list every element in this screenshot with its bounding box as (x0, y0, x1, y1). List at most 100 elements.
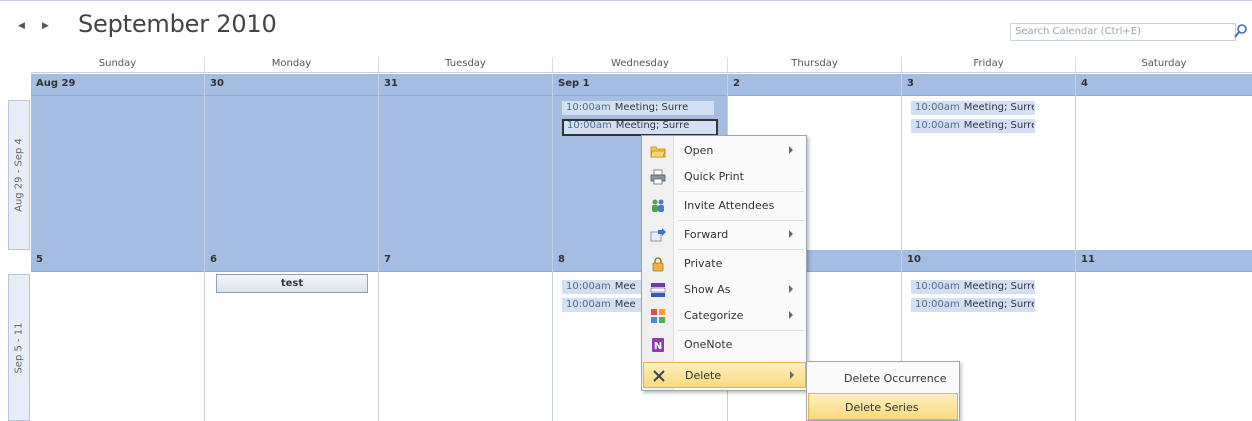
menu-item-label: Private (684, 257, 723, 270)
week-row: Sep 5 - 11 5 6 test 7 8 10:00am Mee 10:00… (0, 250, 1252, 421)
weekday-header-row: Sunday Monday Tuesday Wednesday Thursday… (31, 57, 1252, 73)
delete-submenu: Delete Occurrence Delete Series (806, 361, 960, 421)
menu-item-label: OneNote (684, 338, 733, 351)
appointment[interactable]: 10:00am Meeting; Surre (911, 101, 1035, 115)
search-calendar-input[interactable]: Search Calendar (Ctrl+E) (1010, 23, 1236, 41)
search-icon[interactable] (1234, 23, 1248, 39)
lock-icon (652, 257, 664, 272)
submenu-arrow-icon (789, 230, 793, 238)
menu-item-open[interactable]: Open (643, 138, 806, 164)
menu-item-private[interactable]: Private (643, 251, 806, 277)
appointment[interactable]: 10:00am Meeting; Surre (911, 280, 1035, 294)
menu-item-categorize[interactable]: Categorize (643, 303, 806, 329)
menu-separator (678, 191, 804, 192)
menu-item-label: Delete Occurrence (844, 372, 947, 385)
categorize-icon (651, 309, 665, 323)
day-number: 31 (384, 78, 398, 89)
menu-item-onenote[interactable]: N OneNote (643, 332, 806, 358)
day-number: Aug 29 (36, 78, 76, 89)
svg-text:N: N (654, 341, 662, 352)
day-header-bar: 10 (902, 250, 1075, 272)
week-label-column: Sep 5 - 11 (0, 250, 31, 421)
delete-x-icon (653, 370, 665, 382)
appointment-subject: Mee (614, 299, 636, 310)
appointment[interactable]: 10:00am Mee (562, 280, 644, 294)
appointment-subject: Mee (614, 281, 636, 292)
day-number: 8 (558, 254, 565, 265)
week-range-label: Sep 5 - 11 (13, 321, 25, 374)
appointment[interactable]: 10:00am Meeting; Surre (562, 101, 714, 115)
appointment-subject: Meeting; Surre (963, 281, 1035, 292)
selected-appointment[interactable]: 10:00am Meeting; Surre (562, 119, 718, 136)
menu-item-label: Invite Attendees (684, 199, 775, 212)
submenu-arrow-icon (789, 285, 793, 293)
day-cell[interactable]: 7 (379, 250, 553, 421)
week-row: Aug 29 - Sep 4 Aug 29 30 31 Sep 1 10:00a… (0, 74, 1252, 250)
appointment-time: 10:00am (915, 102, 960, 113)
weekday-header: Friday (902, 57, 1076, 72)
menu-item-label: Categorize (684, 309, 744, 322)
week-tab[interactable]: Sep 5 - 11 (8, 274, 30, 421)
appointment-time: 10:00am (915, 299, 960, 310)
appointment[interactable]: 10:00am Mee (562, 298, 644, 312)
day-header-bar: 30 (205, 74, 378, 96)
day-cell[interactable]: 11 (1076, 250, 1252, 421)
menu-item-invite-attendees[interactable]: Invite Attendees (643, 193, 806, 219)
day-cell[interactable]: 31 (379, 74, 553, 250)
all-day-event[interactable]: test (216, 274, 368, 293)
menu-item-label: Delete (685, 369, 722, 382)
day-header-bar: 3 (902, 74, 1075, 96)
menu-item-delete-series[interactable]: Delete Series (808, 393, 958, 420)
appointment[interactable]: 10:00am Meeting; Surre (911, 298, 1035, 312)
menu-item-show-as[interactable]: Show As (643, 277, 806, 303)
day-header-bar: 5 (31, 250, 204, 272)
menu-separator (678, 330, 804, 331)
day-number: 3 (907, 78, 914, 89)
day-header-bar: 4 (1076, 74, 1252, 96)
appointment[interactable]: 10:00am Meeting; Surre (911, 119, 1035, 133)
day-header-bar: Aug 29 (31, 74, 204, 96)
menu-separator (678, 220, 804, 221)
day-header-bar: Sep 1 (553, 74, 727, 96)
menu-separator (678, 249, 804, 250)
next-month-button[interactable]: ▶ (42, 21, 49, 31)
menu-item-forward[interactable]: Forward (643, 222, 806, 248)
day-header-bar: 7 (379, 250, 552, 272)
appointment-time: 10:00am (915, 120, 960, 131)
printer-icon (650, 169, 666, 185)
day-cell[interactable]: 4 (1076, 74, 1252, 250)
day-number: 7 (384, 254, 391, 265)
day-number: 5 (36, 254, 43, 265)
menu-item-quick-print[interactable]: Quick Print (643, 164, 806, 190)
appointment-context-menu: Open Quick Print Invite Attendees Forwar… (641, 135, 807, 391)
menu-item-label: Open (684, 144, 714, 157)
submenu-arrow-icon (789, 146, 793, 154)
weekday-header: Monday (205, 57, 379, 72)
day-header-bar: 11 (1076, 250, 1252, 272)
day-cell[interactable]: 3 10:00am Meeting; Surre 10:00am Meeting; … (902, 74, 1076, 250)
submenu-arrow-icon (790, 371, 794, 379)
day-number: 11 (1081, 254, 1095, 265)
menu-item-label: Delete Series (845, 401, 919, 414)
appointment-time: 10:00am (915, 281, 960, 292)
day-cell[interactable]: Aug 29 (31, 74, 205, 250)
month-title: September 2010 (78, 10, 277, 38)
weekday-header: Wednesday (553, 57, 728, 72)
attendees-icon (652, 199, 664, 212)
day-number: 2 (733, 78, 740, 89)
day-cell[interactable]: 30 (205, 74, 379, 250)
weekday-header: Sunday (31, 57, 205, 72)
day-cell[interactable]: 6 test (205, 250, 379, 421)
forward-icon (650, 228, 666, 242)
menu-item-delete[interactable]: Delete (643, 362, 806, 388)
day-cell[interactable]: 5 (31, 250, 205, 421)
week-tab[interactable]: Aug 29 - Sep 4 (8, 100, 30, 250)
appointment-time: 10:00am (566, 102, 611, 113)
menu-item-delete-occurrence[interactable]: Delete Occurrence (808, 365, 958, 392)
show-as-icon (650, 283, 666, 297)
calendar-header: ◀ ▶ September 2010 Search Calendar (Ctrl… (0, 0, 1252, 54)
previous-month-button[interactable]: ◀ (18, 21, 25, 31)
appointment-time: 10:00am (566, 281, 611, 292)
open-folder-icon (650, 146, 666, 158)
day-header-bar: 6 (205, 250, 378, 272)
